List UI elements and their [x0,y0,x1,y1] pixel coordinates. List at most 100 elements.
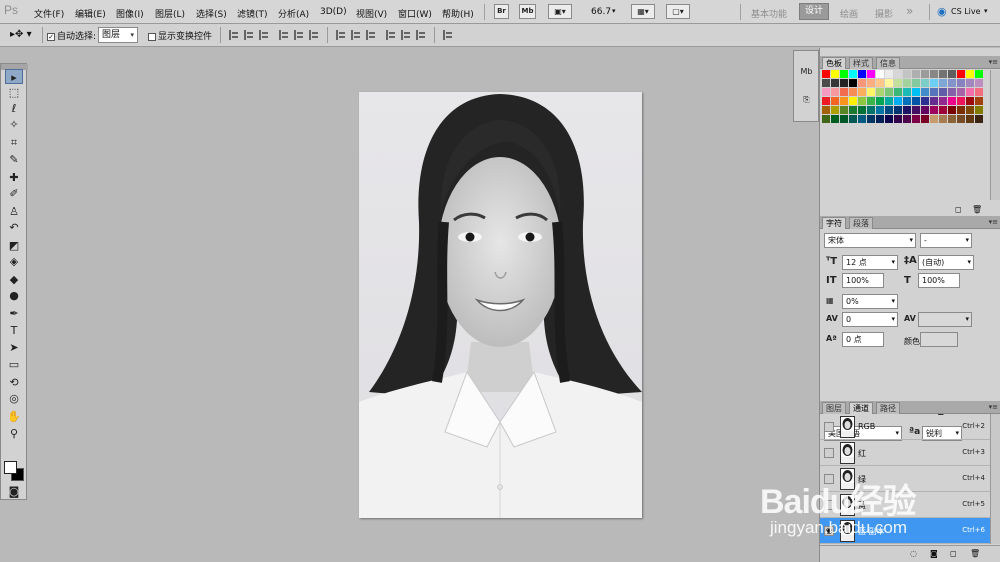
swatch[interactable] [849,70,857,78]
auto-select-checkbox[interactable]: ✓ 自动选择: [47,29,96,42]
tab-paragraph[interactable]: 段落 [849,217,873,229]
path-select-tool-icon[interactable]: ➤ [5,340,23,355]
swatch[interactable] [903,88,911,96]
tab-layers[interactable]: 图层 [822,402,846,414]
clone-stamp-tool-icon[interactable]: ♙ [5,204,23,219]
panel-menu-icon[interactable]: ▾≡ [989,58,998,66]
document-canvas[interactable] [359,92,642,518]
swatch[interactable] [876,79,884,87]
swatch[interactable] [939,97,947,105]
swatch[interactable] [867,70,875,78]
swatch[interactable] [975,70,983,78]
menu-image[interactable]: 图像(I) [116,7,144,20]
swatch[interactable] [858,97,866,105]
swatch[interactable] [966,79,974,87]
tab-character[interactable]: 字符 [822,217,846,229]
zoom-level[interactable]: 66.7 [591,7,611,17]
swatch[interactable] [912,106,920,114]
panel-menu-icon[interactable]: ▾≡ [989,218,998,226]
tracking-field[interactable]: ▾ [918,312,972,327]
swatch[interactable] [975,88,983,96]
swatch[interactable] [948,88,956,96]
swatch[interactable] [822,70,830,78]
menu-filter[interactable]: 滤镜(T) [237,7,268,20]
eraser-tool-icon[interactable]: ◩ [5,238,23,253]
swatch[interactable] [867,97,875,105]
swatch[interactable] [957,106,965,114]
swatch[interactable] [912,115,920,123]
lasso-tool-icon[interactable]: ℓ [5,101,23,116]
eyedropper-tool-icon[interactable]: ✎ [5,152,23,167]
arrange-documents-button[interactable]: ▦▾ [631,4,655,19]
move-tool-icon[interactable]: ▸ [5,69,23,84]
font-style-select[interactable]: - ▾ [920,233,972,248]
swatch[interactable] [930,97,938,105]
distribute-bottom-icon[interactable] [366,30,376,40]
zoom-dropdown-icon[interactable]: ▾ [612,7,616,15]
panel-menu-icon[interactable]: ▾≡ [989,403,998,411]
swatch[interactable] [948,106,956,114]
align-right-icon[interactable] [309,30,319,40]
3d-rotate-tool-icon[interactable]: ⟲ [5,375,23,390]
horizontal-scale-field[interactable]: 100% [918,273,960,288]
swatch[interactable] [921,70,929,78]
swatch[interactable] [921,97,929,105]
zoom-tool-icon[interactable]: ⚲ [5,426,23,441]
tab-channels[interactable]: 通道 [849,402,873,414]
swatch[interactable] [858,79,866,87]
swatch[interactable] [930,106,938,114]
swatch[interactable] [831,79,839,87]
swatch[interactable] [903,106,911,114]
swatch[interactable] [912,70,920,78]
swatches-scrollbar[interactable] [990,70,1000,200]
swatch[interactable] [894,106,902,114]
menu-3d[interactable]: 3D(D) [320,7,347,17]
swatch[interactable] [957,88,965,96]
align-bottom-icon[interactable] [259,30,269,40]
menu-edit[interactable]: 编辑(E) [75,7,106,20]
swatch[interactable] [822,115,830,123]
swatch[interactable] [858,106,866,114]
channels-scrollbar[interactable] [990,414,1000,544]
tsume-field[interactable]: 0% ▾ [842,294,898,309]
crop-tool-icon[interactable]: ⌗ [5,135,23,150]
pen-tool-icon[interactable]: ✒ [5,306,23,321]
swatch[interactable] [849,106,857,114]
swatch[interactable] [966,88,974,96]
dodge-tool-icon[interactable]: ● [5,288,23,303]
tab-swatches[interactable]: 色板 [822,57,846,69]
swatch[interactable] [948,115,956,123]
foreground-color-swatch[interactable] [4,461,17,474]
delete-channel-icon[interactable]: 🗑 [970,549,980,558]
align-hcenter-icon[interactable] [294,30,304,40]
cslive-icon[interactable]: ◉ [937,5,947,18]
swatch[interactable] [921,79,929,87]
vertical-scale-field[interactable]: 100% [842,273,884,288]
swatch[interactable] [930,70,938,78]
swatch[interactable] [876,88,884,96]
swatch[interactable] [858,115,866,123]
leading-field[interactable]: (自动) ▾ [918,255,974,270]
menu-window[interactable]: 窗口(W) [398,7,432,20]
channel-row[interactable]: 红 Ctrl+3 [820,440,991,466]
visibility-eye-icon[interactable] [824,422,834,432]
swatch[interactable] [903,97,911,105]
swatch[interactable] [912,88,920,96]
swatch[interactable] [885,79,893,87]
swatch[interactable] [939,70,947,78]
menu-help[interactable]: 帮助(H) [442,7,474,20]
tab-info[interactable]: 信息 [876,57,900,69]
cslive-button[interactable]: CS Live [951,7,981,16]
workspace-painting[interactable]: 绘画 [840,7,858,20]
swatch[interactable] [885,97,893,105]
align-vcenter-icon[interactable] [244,30,254,40]
menu-layer[interactable]: 图层(L) [155,7,185,20]
swatch[interactable] [975,106,983,114]
swatch[interactable] [957,70,965,78]
visibility-eye-icon[interactable] [824,448,834,458]
brush-tool-icon[interactable]: ✐ [5,186,23,201]
swatch[interactable] [903,79,911,87]
swatch[interactable] [885,106,893,114]
swatch[interactable] [966,115,974,123]
swatch[interactable] [939,106,947,114]
